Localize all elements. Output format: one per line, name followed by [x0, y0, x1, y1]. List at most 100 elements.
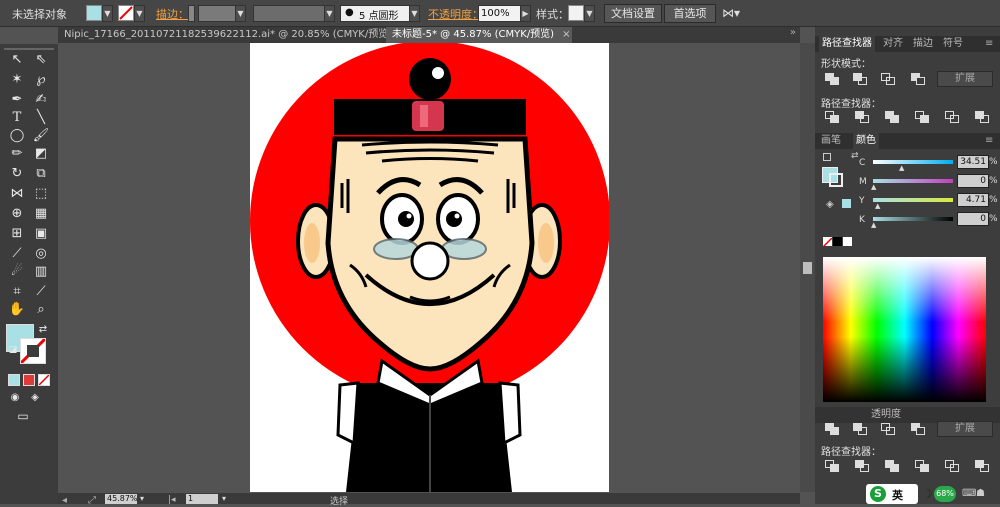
- tab-align[interactable]: 对齐: [883, 36, 903, 52]
- zoom-tool-icon[interactable]: ⌕: [30, 300, 52, 320]
- status-export-icon[interactable]: ⤢: [88, 495, 96, 506]
- none-mode-icon[interactable]: [38, 374, 50, 386]
- perspective-grid-tool-icon[interactable]: ▦: [30, 204, 52, 224]
- panel-menu-icon[interactable]: ≡: [985, 36, 993, 52]
- blend-tool-icon[interactable]: ◎: [30, 244, 52, 264]
- tab-symbols[interactable]: 符号: [943, 36, 963, 52]
- trim-icon[interactable]: [855, 460, 869, 472]
- crop-icon[interactable]: [915, 111, 929, 123]
- magic-wand-tool-icon[interactable]: ✶: [6, 70, 28, 90]
- tab-stroke[interactable]: 描边: [913, 36, 933, 52]
- unite-icon[interactable]: [825, 73, 839, 85]
- status-prev-icon[interactable]: ◂: [62, 495, 67, 506]
- color-mode-icon[interactable]: [8, 374, 20, 386]
- paintbrush-tool-icon[interactable]: 🖌: [30, 126, 52, 146]
- black-slider[interactable]: [873, 217, 953, 221]
- slice-tool-icon[interactable]: ⟋: [30, 282, 52, 302]
- stroke-weight-dropdown-icon[interactable]: ▼: [235, 5, 246, 22]
- document-setup-button[interactable]: 文档设置: [604, 4, 662, 23]
- minus-front-icon[interactable]: [853, 73, 867, 85]
- black-thumb-icon[interactable]: ▲: [871, 221, 876, 229]
- hand-tool-icon[interactable]: ✋: [6, 300, 28, 320]
- eraser-tool-icon[interactable]: ◩: [30, 144, 52, 164]
- shirt-icon[interactable]: ☗: [976, 488, 985, 499]
- page-field[interactable]: 1: [186, 494, 218, 504]
- cyan-value[interactable]: 34.51: [957, 155, 989, 169]
- opacity-label-link[interactable]: 不透明度：: [428, 6, 483, 22]
- type-tool-icon[interactable]: T: [6, 108, 28, 128]
- exclude-icon[interactable]: [911, 73, 925, 85]
- merge-icon[interactable]: [885, 460, 899, 472]
- draw-normal-icon[interactable]: ◉: [4, 388, 26, 408]
- eyedropper-tool-icon[interactable]: ⟋: [6, 244, 28, 264]
- stroke-weight-stepper[interactable]: [188, 5, 195, 22]
- ellipse-tool-icon[interactable]: ◯: [6, 126, 28, 146]
- artboard-tool-icon[interactable]: ⌗: [6, 282, 28, 302]
- graphic-style-swatch[interactable]: [568, 5, 584, 21]
- default-colors-icon[interactable]: ◪: [2, 340, 24, 360]
- brush-dropdown-icon[interactable]: ▼: [409, 5, 420, 22]
- minus-back-icon[interactable]: [975, 460, 989, 472]
- magenta-thumb-icon[interactable]: ▲: [871, 183, 876, 191]
- opacity-field[interactable]: 100%: [478, 5, 522, 22]
- gradient-tool-icon[interactable]: ▣: [30, 224, 52, 244]
- draw-behind-icon[interactable]: ◈: [24, 388, 46, 408]
- lasso-tool-icon[interactable]: ℘: [30, 70, 52, 90]
- tab-brushes[interactable]: 画笔: [821, 133, 841, 149]
- tab-nipic[interactable]: Nipic_17166_20110721182539622112.ai* @ 2…: [58, 27, 409, 43]
- exclude-icon[interactable]: [911, 423, 925, 435]
- intersect-icon[interactable]: [881, 423, 895, 435]
- magenta-slider[interactable]: [873, 179, 953, 183]
- variable-width-profile[interactable]: [253, 5, 325, 22]
- unite-icon[interactable]: [825, 423, 839, 435]
- pencil-tool-icon[interactable]: ✏: [6, 144, 28, 164]
- yellow-slider[interactable]: [873, 198, 953, 202]
- stroke-dropdown-icon[interactable]: ▼: [134, 5, 145, 22]
- keyboard-icon[interactable]: ⌨: [962, 488, 976, 499]
- black-color-swatch[interactable]: [833, 237, 842, 246]
- black-value[interactable]: 0: [957, 212, 989, 226]
- swap-fill-stroke-icon[interactable]: ⇄: [32, 320, 54, 340]
- tab-untitled-5[interactable]: 未标题-5* @ 45.87% (CMYK/预览) ×: [386, 27, 572, 43]
- stroke-weight-field[interactable]: [198, 5, 236, 22]
- intersect-icon[interactable]: [881, 73, 895, 85]
- scale-tool-icon[interactable]: ⧉: [30, 164, 52, 184]
- fill-dropdown-icon[interactable]: ▼: [102, 5, 113, 22]
- minus-front-icon[interactable]: [853, 423, 867, 435]
- arrange-icon[interactable]: ⋈▾: [722, 6, 740, 20]
- mesh-tool-icon[interactable]: ⊞: [6, 224, 28, 244]
- shape-builder-tool-icon[interactable]: ⊕: [6, 204, 28, 224]
- zoom-field[interactable]: 45.87%: [105, 494, 138, 504]
- close-icon[interactable]: ×: [562, 29, 570, 40]
- color-stroke-box[interactable]: [829, 173, 843, 187]
- fill-swatch[interactable]: [86, 5, 102, 21]
- crop-icon[interactable]: [915, 460, 929, 472]
- divide-icon[interactable]: [825, 111, 839, 123]
- zoom-dropdown-icon[interactable]: ▾: [140, 494, 144, 503]
- outline-icon[interactable]: [945, 111, 959, 123]
- tab-overflow-icon[interactable]: »: [790, 27, 796, 38]
- white-color-swatch[interactable]: [843, 237, 852, 246]
- stroke-swatch[interactable]: [118, 5, 134, 21]
- style-dropdown-icon[interactable]: ▼: [584, 5, 595, 22]
- expand-button[interactable]: 扩展: [937, 421, 993, 437]
- stroke-label-link[interactable]: 描边：: [156, 6, 189, 22]
- divide-icon[interactable]: [825, 460, 839, 472]
- expand-button[interactable]: 扩展: [937, 71, 993, 87]
- gradient-mode-icon[interactable]: [23, 374, 35, 386]
- selection-tool-icon[interactable]: ↖: [6, 50, 28, 70]
- cyan-thumb-icon[interactable]: ▲: [899, 164, 904, 172]
- direct-selection-tool-icon[interactable]: ⇖: [30, 50, 52, 70]
- cyan-slider[interactable]: [873, 160, 953, 164]
- magenta-value[interactable]: 0: [957, 174, 989, 188]
- rotate-tool-icon[interactable]: ↻: [6, 164, 28, 184]
- none-color-swatch[interactable]: [822, 237, 833, 248]
- color-spectrum[interactable]: [823, 257, 986, 402]
- brush-definition[interactable]: ● 5 点圆形: [340, 5, 410, 22]
- symbol-sprayer-tool-icon[interactable]: ☄: [6, 262, 28, 282]
- vertical-scroll-thumb[interactable]: [803, 262, 812, 274]
- panel-menu-icon[interactable]: ≡: [985, 133, 993, 149]
- tab-transparency[interactable]: 透明度: [871, 407, 901, 423]
- swap-color-icon[interactable]: ⇄: [851, 151, 859, 161]
- mini-swatch-icon[interactable]: [823, 153, 831, 161]
